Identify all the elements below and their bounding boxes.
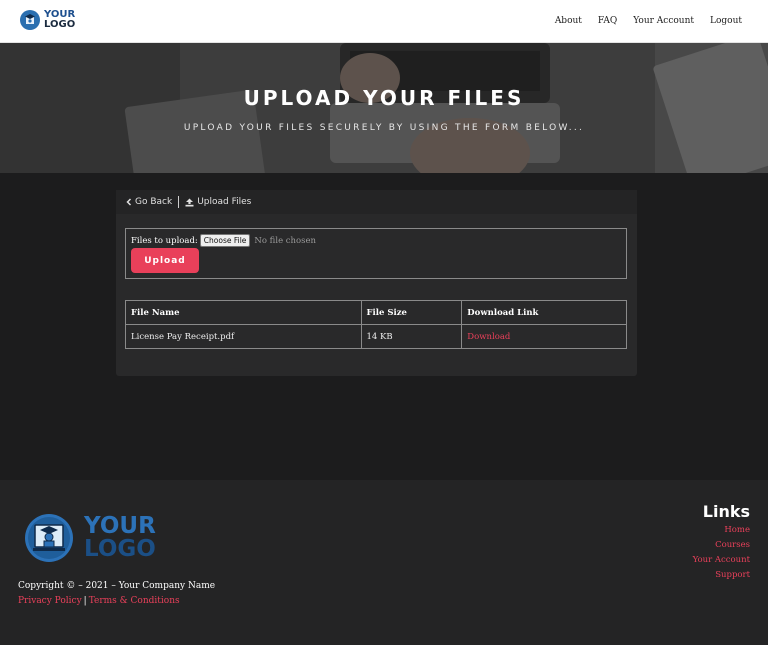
page-subtitle: UPLOAD YOUR FILES SECURELY BY USING THE … (183, 123, 585, 133)
main-content: Go Back Upload Files Files to upload: Ch… (0, 173, 768, 480)
top-navbar: YOUR LOGO About FAQ Your Account Logout (0, 0, 768, 43)
upload-icon (185, 198, 194, 206)
terms-link[interactable]: Terms & Conditions (89, 596, 180, 606)
nav-faq[interactable]: FAQ (598, 16, 617, 26)
upload-button[interactable]: Upload (131, 248, 199, 273)
chevron-left-icon (126, 198, 132, 206)
footer-logo-line1: YOUR (84, 513, 156, 539)
footer-link-your-account[interactable]: Your Account (693, 553, 750, 568)
column-header-download-link: Download Link (461, 300, 627, 325)
table-row: License Pay Receipt.pdf 14 KB Download (125, 324, 627, 349)
page-title: UPLOAD YOUR FILES (243, 86, 525, 110)
files-table: File Name File Size Download Link Licens… (125, 300, 627, 349)
files-to-upload-label: Files to upload: (131, 235, 198, 246)
logo-line2: LOGO (44, 19, 76, 30)
footer-link-courses[interactable]: Courses (693, 538, 750, 553)
table-header-row: File Name File Size Download Link (125, 300, 627, 325)
current-page-label: Upload Files (197, 197, 252, 207)
breadcrumb-current: Upload Files (185, 197, 251, 207)
graduation-cap-icon (20, 10, 40, 30)
column-header-file-size: File Size (360, 300, 463, 325)
header-logo[interactable]: YOUR LOGO (20, 10, 75, 30)
links-heading: Links (702, 502, 750, 521)
footer-links: Home Courses Your Account Support (693, 523, 750, 583)
file-size-cell: 14 KB (360, 324, 463, 349)
go-back-label: Go Back (135, 197, 173, 207)
copyright-text: Copyright © – 2021 – Your Company Name (18, 581, 216, 591)
column-header-file-name: File Name (125, 300, 362, 325)
legal-separator: | (83, 596, 87, 606)
breadcrumb-divider (178, 196, 180, 208)
no-file-chosen-text: No file chosen (254, 235, 317, 246)
go-back-link[interactable]: Go Back (126, 197, 172, 207)
footer-logo-line2: LOGO (84, 536, 156, 562)
breadcrumb: Go Back Upload Files (116, 190, 637, 214)
main-nav: About FAQ Your Account Logout (555, 16, 742, 26)
nav-about[interactable]: About (555, 16, 582, 26)
upload-panel: Go Back Upload Files Files to upload: Ch… (116, 190, 637, 376)
privacy-policy-link[interactable]: Privacy Policy (18, 596, 82, 606)
download-link[interactable]: Download (461, 324, 627, 349)
choose-file-button[interactable]: Choose File (199, 234, 251, 247)
upload-form: Files to upload: Choose File No file cho… (125, 228, 627, 279)
file-name-cell: License Pay Receipt.pdf (125, 324, 362, 349)
legal-links: Privacy Policy | Terms & Conditions (18, 596, 180, 606)
footer: YOUR LOGO Copyright © – 2021 – Your Comp… (0, 480, 768, 645)
footer-link-home[interactable]: Home (693, 523, 750, 538)
hero-banner: UPLOAD YOUR FILES UPLOAD YOUR FILES SECU… (0, 43, 768, 173)
footer-logo[interactable]: YOUR LOGO (24, 513, 156, 563)
footer-link-support[interactable]: Support (693, 568, 750, 583)
nav-logout[interactable]: Logout (710, 16, 742, 26)
graduation-cap-icon (25, 514, 73, 562)
nav-your-account[interactable]: Your Account (633, 16, 694, 26)
